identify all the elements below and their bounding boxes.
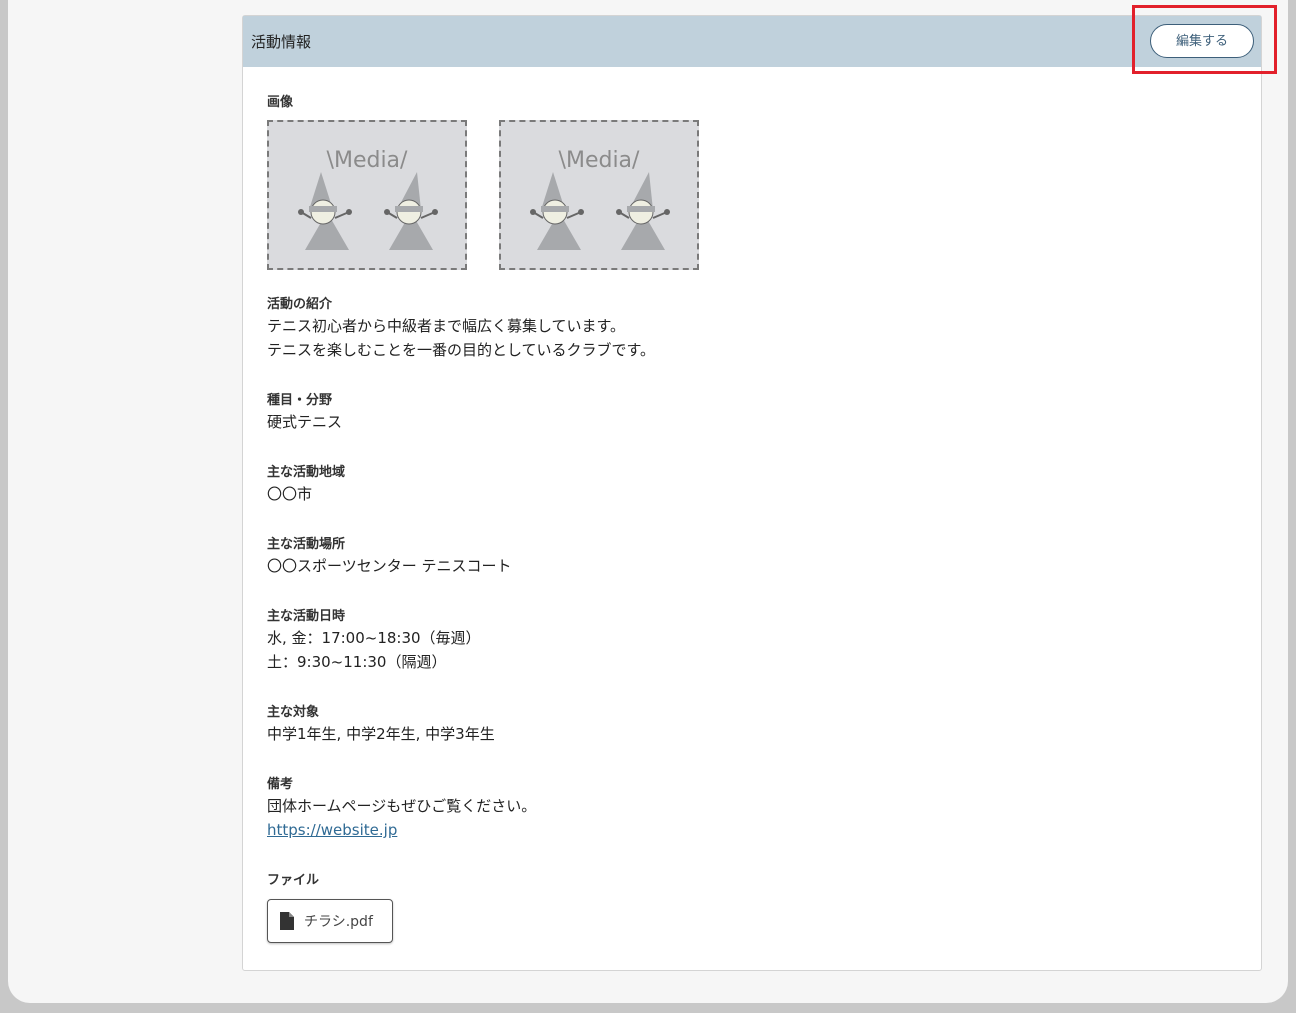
place-value: 〇〇スポーツセンター テニスコート <box>267 557 512 575</box>
category-section: 種目・分野 硬式テニス <box>267 392 342 434</box>
file-download-button[interactable]: チラシ.pdf <box>267 899 393 943</box>
images-label: 画像 <box>267 95 294 110</box>
target-label: 主な対象 <box>267 705 320 720</box>
highlight-annotation <box>1132 5 1277 74</box>
schedule-line-1: 水, 金：17:00~18:30（毎週） <box>267 629 481 647</box>
intro-line-2: テニスを楽しむことを一番の目的としているクラブです。 <box>267 341 656 359</box>
intro-line-1: テニス初心者から中級者まで幅広く募集しています。 <box>267 317 626 335</box>
target-section: 主な対象 中学1年生, 中学2年生, 中学3年生 <box>267 704 495 746</box>
media-caption: \Media/ <box>327 148 408 173</box>
schedule-label: 主な活動日時 <box>267 609 346 624</box>
target-value: 中学1年生, 中学2年生, 中学3年生 <box>267 725 495 743</box>
section-title: 活動情報 <box>251 33 312 51</box>
notes-value: 団体ホームページもぜひご覧ください。 <box>267 797 537 815</box>
intro-label: 活動の紹介 <box>267 297 333 312</box>
notes-section: 備考 団体ホームページもぜひご覧ください。 https://website.jp <box>267 776 536 842</box>
category-value: 硬式テニス <box>267 413 343 431</box>
area-section: 主な活動地域 〇〇市 <box>267 464 345 506</box>
app-screen: 活動情報 編集する 画像 \Media/ \Media/ 活動の紹介 テニス初心… <box>8 0 1288 1003</box>
file-name: チラシ.pdf <box>304 914 373 930</box>
notes-label: 備考 <box>267 777 294 792</box>
gnome-illustration-icon <box>298 172 438 250</box>
media-caption: \Media/ <box>559 148 640 173</box>
images-section: 画像 \Media/ \Media/ <box>267 94 699 270</box>
place-section: 主な活動場所 〇〇スポーツセンター テニスコート <box>267 536 511 578</box>
activity-info-card: 活動情報 編集する 画像 \Media/ \Media/ 活動の紹介 テニス初心… <box>242 15 1262 971</box>
media-image-1: \Media/ <box>267 120 467 270</box>
schedule-line-2: 土：9:30~11:30（隔週） <box>267 653 447 671</box>
media-row: \Media/ \Media/ <box>267 120 699 270</box>
card-header: 活動情報 編集する <box>243 16 1261 67</box>
area-value: 〇〇市 <box>267 485 313 503</box>
file-section: ファイル チラシ.pdf <box>267 872 393 943</box>
area-label: 主な活動地域 <box>267 465 346 480</box>
document-icon <box>280 912 294 930</box>
gnome-illustration-icon <box>530 172 670 250</box>
file-label: ファイル <box>267 873 320 888</box>
website-link[interactable]: https://website.jp <box>267 821 397 839</box>
media-image-2: \Media/ <box>499 120 699 270</box>
place-label: 主な活動場所 <box>267 537 346 552</box>
schedule-section: 主な活動日時 水, 金：17:00~18:30（毎週） 土：9:30~11:30… <box>267 608 481 674</box>
category-label: 種目・分野 <box>267 393 333 408</box>
intro-section: 活動の紹介 テニス初心者から中級者まで幅広く募集しています。 テニスを楽しむこと… <box>267 296 655 362</box>
